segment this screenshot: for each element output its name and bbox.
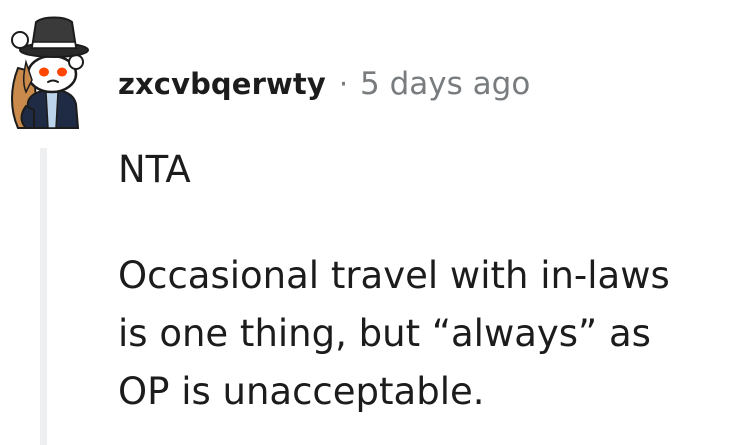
- snoo-avatar-icon: [11, 16, 89, 129]
- comment: zxcvbqerwty · 5 days ago NTA Occasional …: [0, 0, 735, 445]
- comment-line: OP is unacceptable.: [118, 370, 485, 413]
- user-avatar[interactable]: [4, 10, 92, 132]
- comment-paragraph: Occasional travel with in-laws is one th…: [118, 247, 718, 421]
- comment-paragraph: NTA: [118, 148, 191, 191]
- comment-body: NTA Occasional travel with in-laws is on…: [118, 141, 718, 421]
- comment-timestamp[interactable]: 5 days ago: [360, 66, 530, 102]
- meta-separator: ·: [338, 67, 349, 101]
- comment-author[interactable]: zxcvbqerwty: [118, 67, 326, 101]
- comment-line: is one thing, but “always” as: [118, 312, 651, 355]
- comment-line: Occasional travel with in-laws: [118, 254, 670, 297]
- thread-collapse-line[interactable]: [40, 148, 47, 445]
- comment-header: zxcvbqerwty · 5 days ago: [118, 62, 530, 106]
